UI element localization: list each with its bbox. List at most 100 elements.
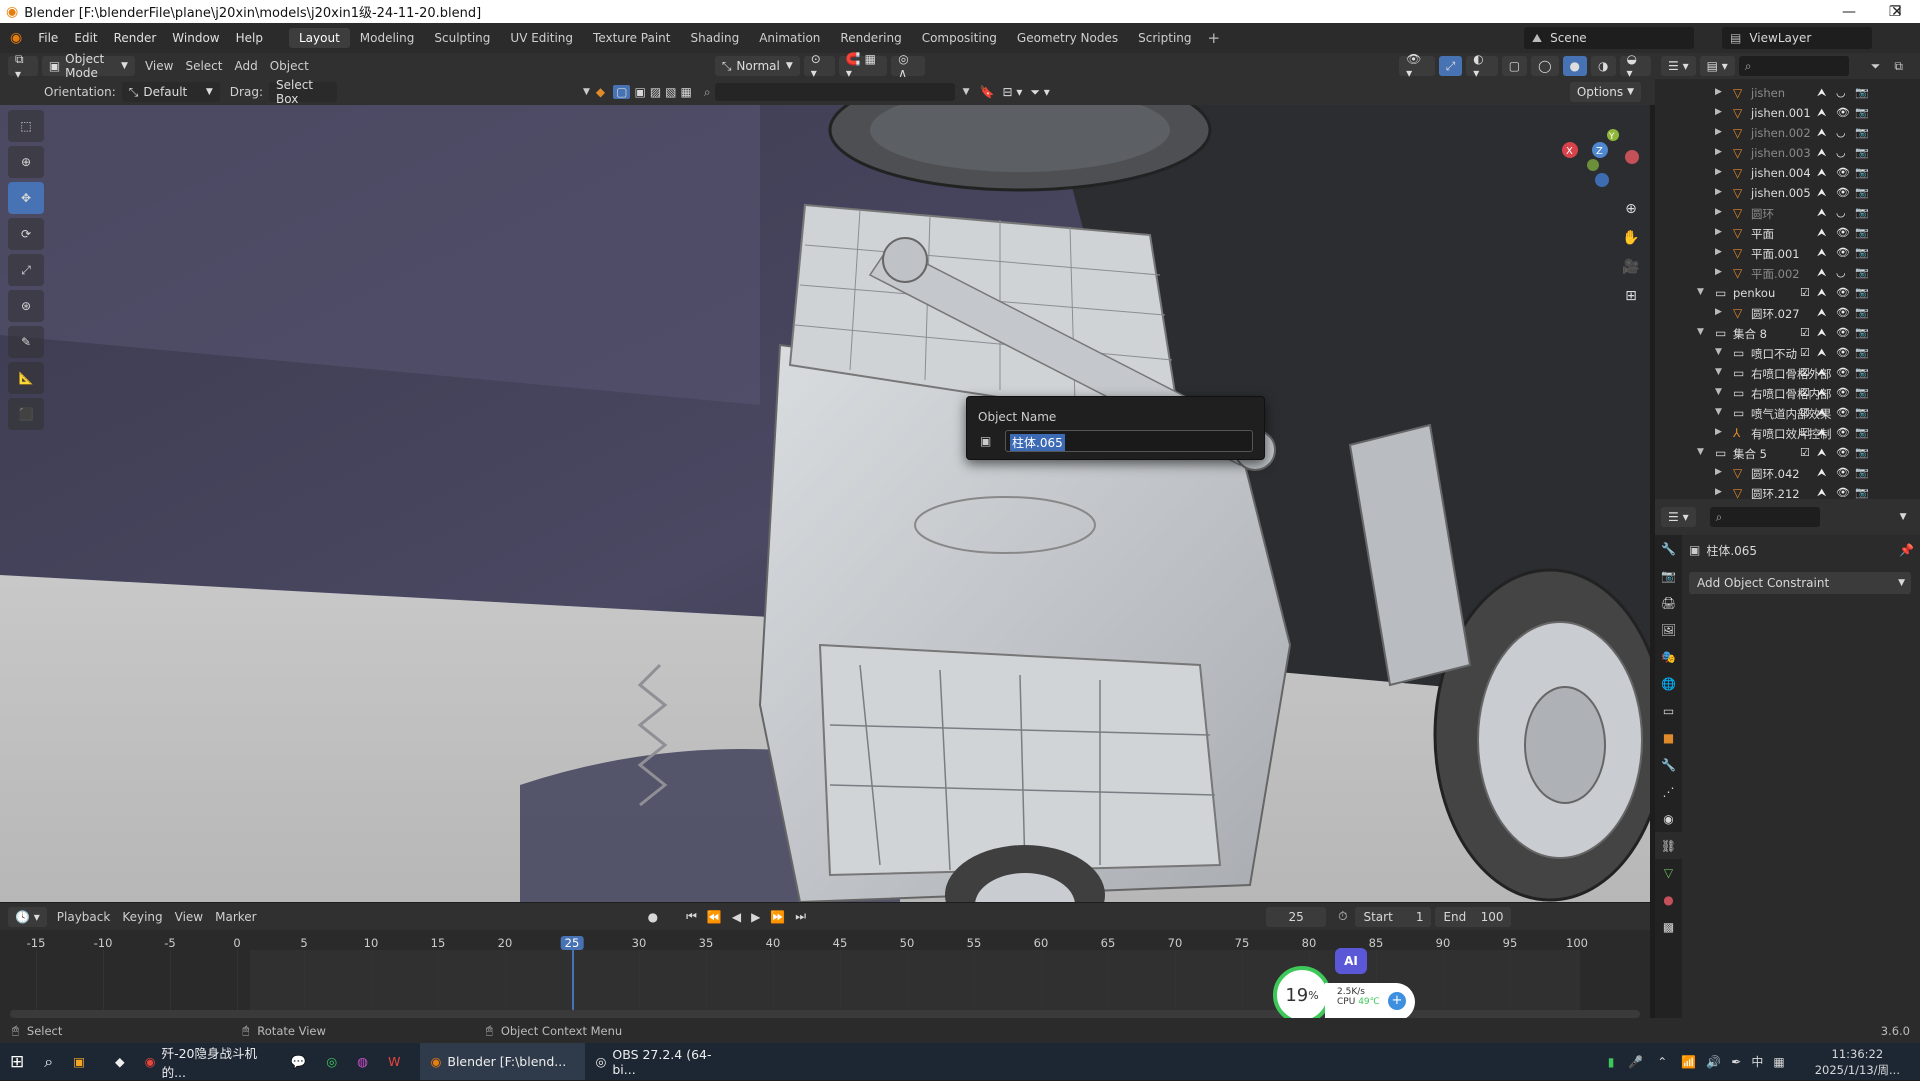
- pan-hand-icon[interactable]: ✋: [1617, 224, 1645, 253]
- chevron-down-icon[interactable]: ▼: [963, 87, 970, 97]
- outliner-editor-type[interactable]: ☰ ▾: [1661, 56, 1696, 76]
- selectable-icon[interactable]: ⮝: [1817, 126, 1826, 140]
- play-icon[interactable]: ▶: [751, 910, 760, 924]
- eye-icon[interactable]: 👁: [1836, 326, 1850, 339]
- expand-arrow-icon[interactable]: ▼: [1715, 347, 1722, 357]
- eye-icon[interactable]: 👁: [1836, 386, 1850, 399]
- eye-icon[interactable]: ◡: [1836, 266, 1846, 279]
- tab-compositing[interactable]: Compositing: [912, 28, 1007, 48]
- record-icon[interactable]: ●: [648, 910, 658, 924]
- render-camera-icon[interactable]: 📷: [1855, 346, 1869, 359]
- transform-tool[interactable]: ⊛: [8, 290, 44, 322]
- particles-tab-icon[interactable]: ⋰: [1655, 778, 1682, 805]
- outliner-row[interactable]: ▶ ▽ 平面.002 ⮝ ◡ 📷: [1655, 263, 1920, 283]
- snap-toggle[interactable]: 🧲 ▦ ▾: [838, 52, 888, 80]
- shading-wireframe[interactable]: ◯: [1531, 56, 1559, 76]
- menu-render[interactable]: Render: [106, 31, 165, 45]
- app-colorful-icon[interactable]: ◍: [347, 1043, 378, 1080]
- search-icon[interactable]: ⌕: [34, 1043, 63, 1080]
- object-tab-icon[interactable]: ■: [1655, 724, 1682, 751]
- render-camera-icon[interactable]: 📷: [1855, 306, 1869, 319]
- select-mode-invert-icon[interactable]: ▧: [665, 85, 676, 99]
- object-name-input[interactable]: 柱体.065: [1005, 430, 1253, 452]
- outliner-row[interactable]: ▶ ▽ 圆环.027 ⮝ 👁 📷: [1655, 303, 1920, 323]
- microphone-icon[interactable]: 🎤: [1628, 1055, 1643, 1069]
- jump-start-icon[interactable]: ⏮: [686, 909, 697, 924]
- taskbar-blender[interactable]: ◉ Blender [F:\blend...: [420, 1043, 586, 1080]
- eye-icon[interactable]: 👁: [1836, 186, 1850, 199]
- minimize-icon[interactable]: —: [1826, 0, 1872, 23]
- texture-tab-icon[interactable]: ▩: [1655, 913, 1682, 940]
- expand-arrow-icon[interactable]: ▶: [1715, 307, 1722, 317]
- render-camera-icon[interactable]: 📷: [1855, 426, 1869, 439]
- menu-file[interactable]: File: [30, 31, 66, 45]
- select-box-tool[interactable]: ⬚: [8, 110, 44, 142]
- tab-rendering[interactable]: Rendering: [830, 28, 911, 48]
- collection-tab-icon[interactable]: ▭: [1655, 697, 1682, 724]
- rotate-tool[interactable]: ⟳: [8, 218, 44, 250]
- render-camera-icon[interactable]: 📷: [1855, 406, 1869, 419]
- end-frame-field[interactable]: End 100: [1435, 906, 1512, 927]
- tray-chevron-icon[interactable]: ⌃: [1657, 1055, 1667, 1069]
- selectable-icon[interactable]: ⮝: [1817, 346, 1826, 360]
- tab-animation[interactable]: Animation: [749, 28, 830, 48]
- jump-end-icon[interactable]: ⏭: [795, 909, 806, 924]
- outliner-row[interactable]: ▶ ▽ jishen.004 ⮝ 👁 📷: [1655, 163, 1920, 183]
- outliner-row[interactable]: ▶ ▽ 平面.001 ⮝ 👁 📷: [1655, 243, 1920, 263]
- header-menu-add[interactable]: Add: [228, 59, 263, 73]
- ime-grid-icon[interactable]: ▦: [1773, 1055, 1784, 1069]
- selectable-icon[interactable]: ⮝: [1817, 286, 1826, 300]
- 3d-viewport[interactable]: X Z Y ⊕ ✋ 🎥 ⊞: [0, 105, 1650, 902]
- material-tab-icon[interactable]: ●: [1655, 886, 1682, 913]
- pen-icon[interactable]: ✒: [1731, 1055, 1741, 1069]
- battery-icon[interactable]: ▮: [1608, 1055, 1615, 1069]
- tab-shading[interactable]: Shading: [680, 28, 749, 48]
- selectable-icon[interactable]: ⮝: [1817, 426, 1826, 440]
- render-camera-icon[interactable]: 📷: [1855, 326, 1869, 339]
- filter-icon[interactable]: ⏷: [1871, 59, 1881, 74]
- expand-arrow-icon[interactable]: ▶: [1715, 87, 1722, 97]
- render-camera-icon[interactable]: 📷: [1855, 466, 1869, 479]
- expand-arrow-icon[interactable]: ▶: [1715, 167, 1722, 177]
- timeline-menu-marker[interactable]: Marker: [209, 910, 262, 924]
- measure-tool[interactable]: 📐: [8, 362, 44, 394]
- perspective-grid-icon[interactable]: ⊞: [1617, 282, 1645, 311]
- eye-icon[interactable]: ◡: [1836, 206, 1846, 219]
- tab-geometry-nodes[interactable]: Geometry Nodes: [1007, 28, 1128, 48]
- menu-help[interactable]: Help: [228, 31, 271, 45]
- render-camera-icon[interactable]: 📷: [1855, 226, 1869, 239]
- outliner-row[interactable]: ▼ ▭ 右喷口骨格外部 ☑ ⮝ 👁 📷: [1655, 363, 1920, 383]
- header-menu-object[interactable]: Object: [264, 59, 315, 73]
- render-camera-icon[interactable]: 📷: [1855, 486, 1869, 499]
- tab-sculpting[interactable]: Sculpting: [424, 28, 500, 48]
- eye-icon[interactable]: 👁: [1836, 166, 1850, 179]
- tab-layout[interactable]: Layout: [288, 28, 350, 48]
- eye-icon[interactable]: 👁: [1836, 106, 1850, 119]
- selectable-icon[interactable]: ⮝: [1817, 466, 1826, 480]
- selectable-icon[interactable]: ⮝: [1817, 106, 1826, 120]
- menu-window[interactable]: Window: [164, 31, 227, 45]
- properties-editor-type[interactable]: ☰ ▾: [1661, 507, 1696, 527]
- object-types-icon[interactable]: ◆: [596, 85, 605, 99]
- eye-icon[interactable]: 👁: [1836, 466, 1850, 479]
- expand-arrow-icon[interactable]: ▶: [1715, 227, 1722, 237]
- eye-icon[interactable]: 👁: [1836, 226, 1850, 239]
- proportional-edit-toggle[interactable]: ◎ ∧: [891, 52, 926, 80]
- selectable-icon[interactable]: ⮝: [1817, 226, 1826, 240]
- filter-icon[interactable]: ⏷ ▾: [1030, 85, 1049, 100]
- outliner-search[interactable]: ⌕: [1738, 56, 1849, 76]
- shading-solid[interactable]: ●: [1562, 56, 1588, 76]
- selectable-icon[interactable]: ⮝: [1817, 166, 1826, 180]
- xray-toggle[interactable]: ▢: [1501, 56, 1528, 76]
- app-pinned-2-icon[interactable]: ◆: [105, 1043, 135, 1080]
- render-camera-icon[interactable]: 📷: [1855, 166, 1869, 179]
- volume-icon[interactable]: 🔊: [1706, 1055, 1721, 1069]
- blender-menu-icon[interactable]: ◉: [10, 30, 22, 46]
- outliner-row[interactable]: ▶ ▽ 平面 ⮝ 👁 📷: [1655, 223, 1920, 243]
- eye-icon[interactable]: 👁: [1836, 406, 1850, 419]
- select-mode-set-icon[interactable]: ▢: [613, 85, 631, 99]
- add-cube-tool[interactable]: ⬛: [8, 398, 44, 430]
- expand-arrow-icon[interactable]: ▼: [1715, 407, 1722, 417]
- physics-tab-icon[interactable]: ◉: [1655, 805, 1682, 832]
- expand-arrow-icon[interactable]: ▶: [1715, 207, 1722, 217]
